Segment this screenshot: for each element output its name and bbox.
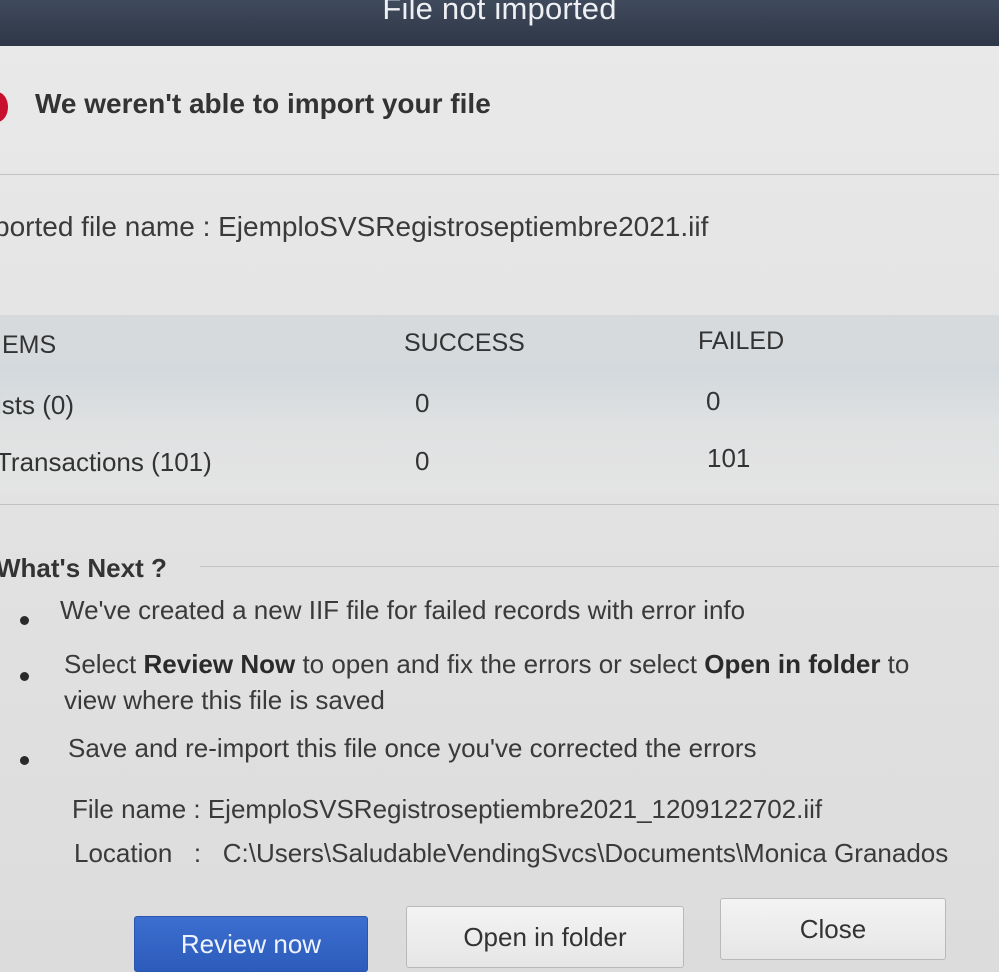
list-item-text: Select <box>64 649 144 679</box>
list-item-bold: Review Now <box>143 649 296 679</box>
new-file-name-label: File name : <box>72 794 201 824</box>
imported-file-row: ported file name : EjemploSVSRegistrosep… <box>0 211 708 243</box>
divider <box>0 504 999 505</box>
title-bar: File not imported <box>0 0 999 46</box>
list-item: Select Review Now to open and fix the er… <box>64 646 909 682</box>
row-failed: 101 <box>707 443 751 473</box>
new-file-location-row: Location : C:\Users\SaludableVendingSvcs… <box>74 838 948 869</box>
window-title: File not imported <box>382 0 617 26</box>
row-success: 0 <box>415 446 430 476</box>
import-summary-table: EMS SUCCESS FAILED ists (0) 0 0 Transact… <box>0 315 999 495</box>
location-label: Location <box>74 838 173 868</box>
list-item-bold: Open in folder <box>704 649 881 679</box>
table-body: ists (0) 0 0 Transactions (101) 0 101 <box>0 365 999 495</box>
table-header: EMS SUCCESS FAILED <box>0 315 999 365</box>
row-failed: 0 <box>706 386 721 416</box>
bullet-icon <box>20 672 29 681</box>
open-in-folder-button[interactable]: Open in folder <box>406 906 684 968</box>
imported-file-label: ported file name : <box>0 211 211 242</box>
list-item-text: to open and fix the errors or select <box>295 649 705 679</box>
row-success: 0 <box>415 388 430 418</box>
column-header-failed: FAILED <box>698 327 785 355</box>
list-item: Save and re-import this file once you've… <box>68 733 757 763</box>
row-item: ists (0) <box>0 390 74 420</box>
close-button[interactable]: Close <box>720 898 946 960</box>
column-header-success: SUCCESS <box>404 329 525 357</box>
location-value: C:\Users\SaludableVendingSvcs\Documents\… <box>222 838 949 868</box>
dialog-heading: We weren't able to import your file <box>35 88 491 119</box>
location-separator: : <box>193 838 202 868</box>
whats-next-title: What's Next ? <box>0 553 167 583</box>
list-item-text: to <box>880 649 910 679</box>
list-item: We've created a new IIF file for failed … <box>60 595 746 625</box>
list-item-continued: view where this file is saved <box>64 685 385 715</box>
import-result-dialog <box>0 46 999 970</box>
bullet-icon <box>20 616 29 625</box>
imported-file-value: EjemploSVSRegistroseptiembre2021.iif <box>218 211 709 242</box>
row-item: Transactions (101) <box>0 447 212 477</box>
new-file-name-row: File name : EjemploSVSRegistroseptiembre… <box>72 794 822 825</box>
divider <box>200 566 999 567</box>
divider <box>0 174 999 175</box>
review-now-button[interactable]: Review now <box>134 916 368 972</box>
bullet-icon <box>20 756 29 765</box>
new-file-name-value: EjemploSVSRegistroseptiembre2021_1209122… <box>207 794 823 824</box>
column-header-items: EMS <box>2 331 57 359</box>
